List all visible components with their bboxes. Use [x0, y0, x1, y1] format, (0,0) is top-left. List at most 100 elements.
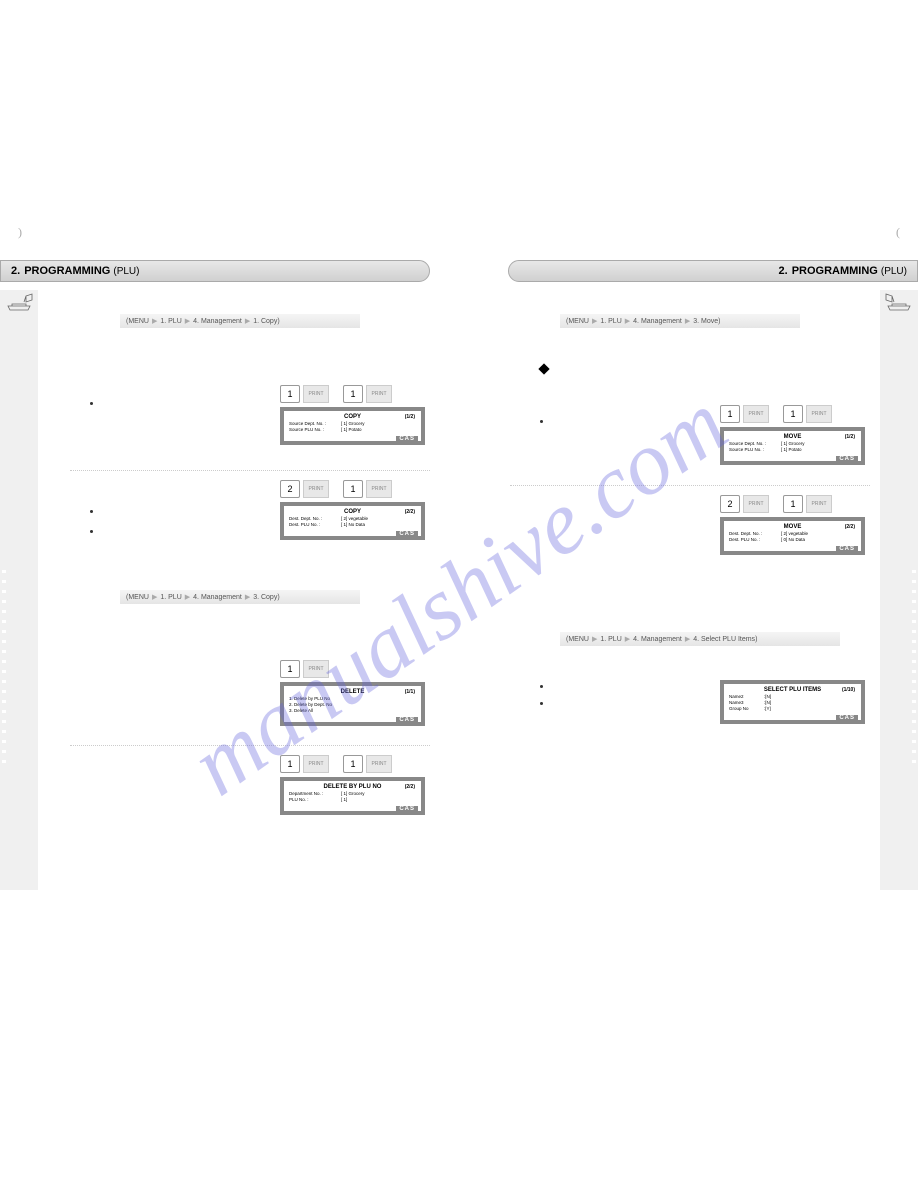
chevron-right-icon: ▶: [625, 635, 630, 643]
section-header-left: 2. PROGRAMMING (PLU): [0, 260, 430, 282]
lcd-screen-move1: MOVE (1/2) Source Dept. No. :[ 1] Grocer…: [720, 427, 865, 465]
step-copy-2: 2 PRINT 1 PRINT COPY (2/2) Dest. Dept. N…: [280, 480, 425, 540]
divider: [70, 745, 430, 746]
section-number: 2.: [779, 265, 788, 277]
sidebar-right: [880, 290, 918, 890]
lcd-page: (2/2): [405, 509, 415, 515]
lcd-screen-copy1: COPY (1/2) Source Dept. No. :[ 1] Grocer…: [280, 407, 425, 445]
step-move-2: 2 PRINT 1 PRINT MOVE (2/2) Dest. Dept. N…: [720, 495, 865, 555]
lcd-value: [ 1] Potato: [781, 447, 802, 453]
bc-plu: 1. PLU: [160, 594, 181, 601]
bc-select-plu: 4. Select PLU Items: [693, 636, 755, 643]
lcd-page: (2/2): [845, 524, 855, 530]
scale-icon: [884, 292, 914, 312]
lcd-screen-copy2: COPY (2/2) Dest. Dept. No. :[ 2] vegetab…: [280, 502, 425, 540]
bc-management: 4. Management: [193, 594, 242, 601]
key-1: 1: [343, 480, 363, 498]
lcd-label: PLU No. :: [289, 797, 341, 803]
lcd-value: [ 0] No Data: [781, 537, 805, 543]
lcd-label: Group No: [729, 706, 764, 712]
bc-plu: 1. PLU: [600, 636, 621, 643]
print-key: PRINT: [303, 755, 329, 773]
print-key: PRINT: [303, 385, 329, 403]
lcd-brand: CAS: [396, 436, 418, 442]
chevron-right-icon: ▶: [152, 593, 157, 601]
bullet: [540, 685, 543, 688]
section-subtitle: (PLU): [113, 266, 139, 277]
lcd-brand: CAS: [836, 546, 858, 552]
bc-menu: MENU: [128, 594, 149, 601]
lcd-title: COPY: [289, 509, 416, 515]
bc-menu: MENU: [568, 318, 589, 325]
key-1: 1: [783, 405, 803, 423]
key-2: 2: [720, 495, 740, 513]
key-1: 1: [343, 755, 363, 773]
lcd-value: [ 1] No Data: [341, 522, 365, 528]
lcd-brand: CAS: [396, 531, 418, 537]
print-key: PRINT: [366, 385, 392, 403]
page-number-right: (: [896, 225, 900, 240]
bc-plu: 1. PLU: [600, 318, 621, 325]
lcd-screen-select: SELECT PLU ITEMS (1/10) Name2:[N] Name3:…: [720, 680, 865, 724]
chevron-right-icon: ▶: [185, 317, 190, 325]
breadcrumb-copy: ( MENU ▶ 1. PLU ▶ 4. Management ▶ 1. Cop…: [120, 314, 360, 328]
lcd-value: [ 1]: [341, 797, 347, 803]
key-1: 1: [280, 385, 300, 403]
lcd-brand: CAS: [836, 715, 858, 721]
step-copy-1: 1 PRINT 1 PRINT COPY (1/2) Source Dept. …: [280, 385, 425, 445]
step-select-plu: SELECT PLU ITEMS (1/10) Name2:[N] Name3:…: [720, 680, 865, 724]
lcd-brand: CAS: [396, 717, 418, 723]
chevron-right-icon: ▶: [685, 317, 690, 325]
lcd-title: DELETE BY PLU NO: [289, 784, 416, 790]
lcd-page: (1/1): [405, 689, 415, 695]
chevron-right-icon: ▶: [625, 317, 630, 325]
bc-management: 4. Management: [633, 636, 682, 643]
step-delete-2: 1 PRINT 1 PRINT DELETE BY PLU NO (2/2) D…: [280, 755, 425, 815]
bc-move: 3. Move: [693, 318, 718, 325]
section-subtitle: (PLU): [881, 266, 907, 277]
breadcrumb-select: ( MENU ▶ 1. PLU ▶ 4. Management ▶ 4. Sel…: [560, 632, 840, 646]
lcd-page: (1/2): [405, 414, 415, 420]
print-key: PRINT: [366, 755, 392, 773]
bc-management: 4. Management: [193, 318, 242, 325]
lcd-title: DELETE: [289, 689, 416, 695]
bullet: [540, 702, 543, 705]
bc-management: 4. Management: [633, 318, 682, 325]
chevron-right-icon: ▶: [592, 317, 597, 325]
section-number: 2.: [11, 265, 20, 277]
print-key: PRINT: [303, 480, 329, 498]
key-1: 1: [343, 385, 363, 403]
chevron-right-icon: ▶: [152, 317, 157, 325]
bc-delete: 3. Copy: [253, 594, 277, 601]
section-title: PROGRAMMING: [24, 265, 110, 277]
lcd-brand: CAS: [396, 806, 418, 812]
lcd-title: COPY: [289, 414, 416, 420]
scale-icon: [4, 292, 34, 312]
print-key: PRINT: [806, 405, 832, 423]
lcd-screen-delete1: DELETE (1/1) 1. Delete by PLU No 2. Dele…: [280, 682, 425, 726]
lcd-brand: CAS: [836, 456, 858, 462]
lcd-value: [ 1] Potato: [341, 427, 362, 433]
lcd-label: Dest. PLU No. :: [729, 537, 781, 543]
print-key: PRINT: [303, 660, 329, 678]
lcd-screen-delete2: DELETE BY PLU NO (2/2) Department No. :[…: [280, 777, 425, 815]
step-move-1: 1 PRINT 1 PRINT MOVE (1/2) Source Dept. …: [720, 405, 865, 465]
breadcrumb-delete: ( MENU ▶ 1. PLU ▶ 4. Management ▶ 3. Cop…: [120, 590, 360, 604]
chevron-right-icon: ▶: [245, 317, 250, 325]
key-2: 2: [280, 480, 300, 498]
lcd-page: (1/2): [845, 434, 855, 440]
bc-copy: 1. Copy: [253, 318, 277, 325]
bc-menu: MENU: [128, 318, 149, 325]
print-key: PRINT: [806, 495, 832, 513]
chevron-right-icon: ▶: [592, 635, 597, 643]
lcd-title: MOVE: [729, 524, 856, 530]
lcd-page: (2/2): [405, 784, 415, 790]
bc-menu: MENU: [568, 636, 589, 643]
lcd-value: :[Y]: [764, 706, 771, 712]
key-1: 1: [783, 495, 803, 513]
key-1: 1: [720, 405, 740, 423]
lcd-label: Source PLU No. :: [729, 447, 781, 453]
page-number-left: ): [18, 225, 22, 240]
lcd-title: SELECT PLU ITEMS: [729, 687, 856, 693]
lcd-option: 3. Delete All: [289, 708, 416, 714]
